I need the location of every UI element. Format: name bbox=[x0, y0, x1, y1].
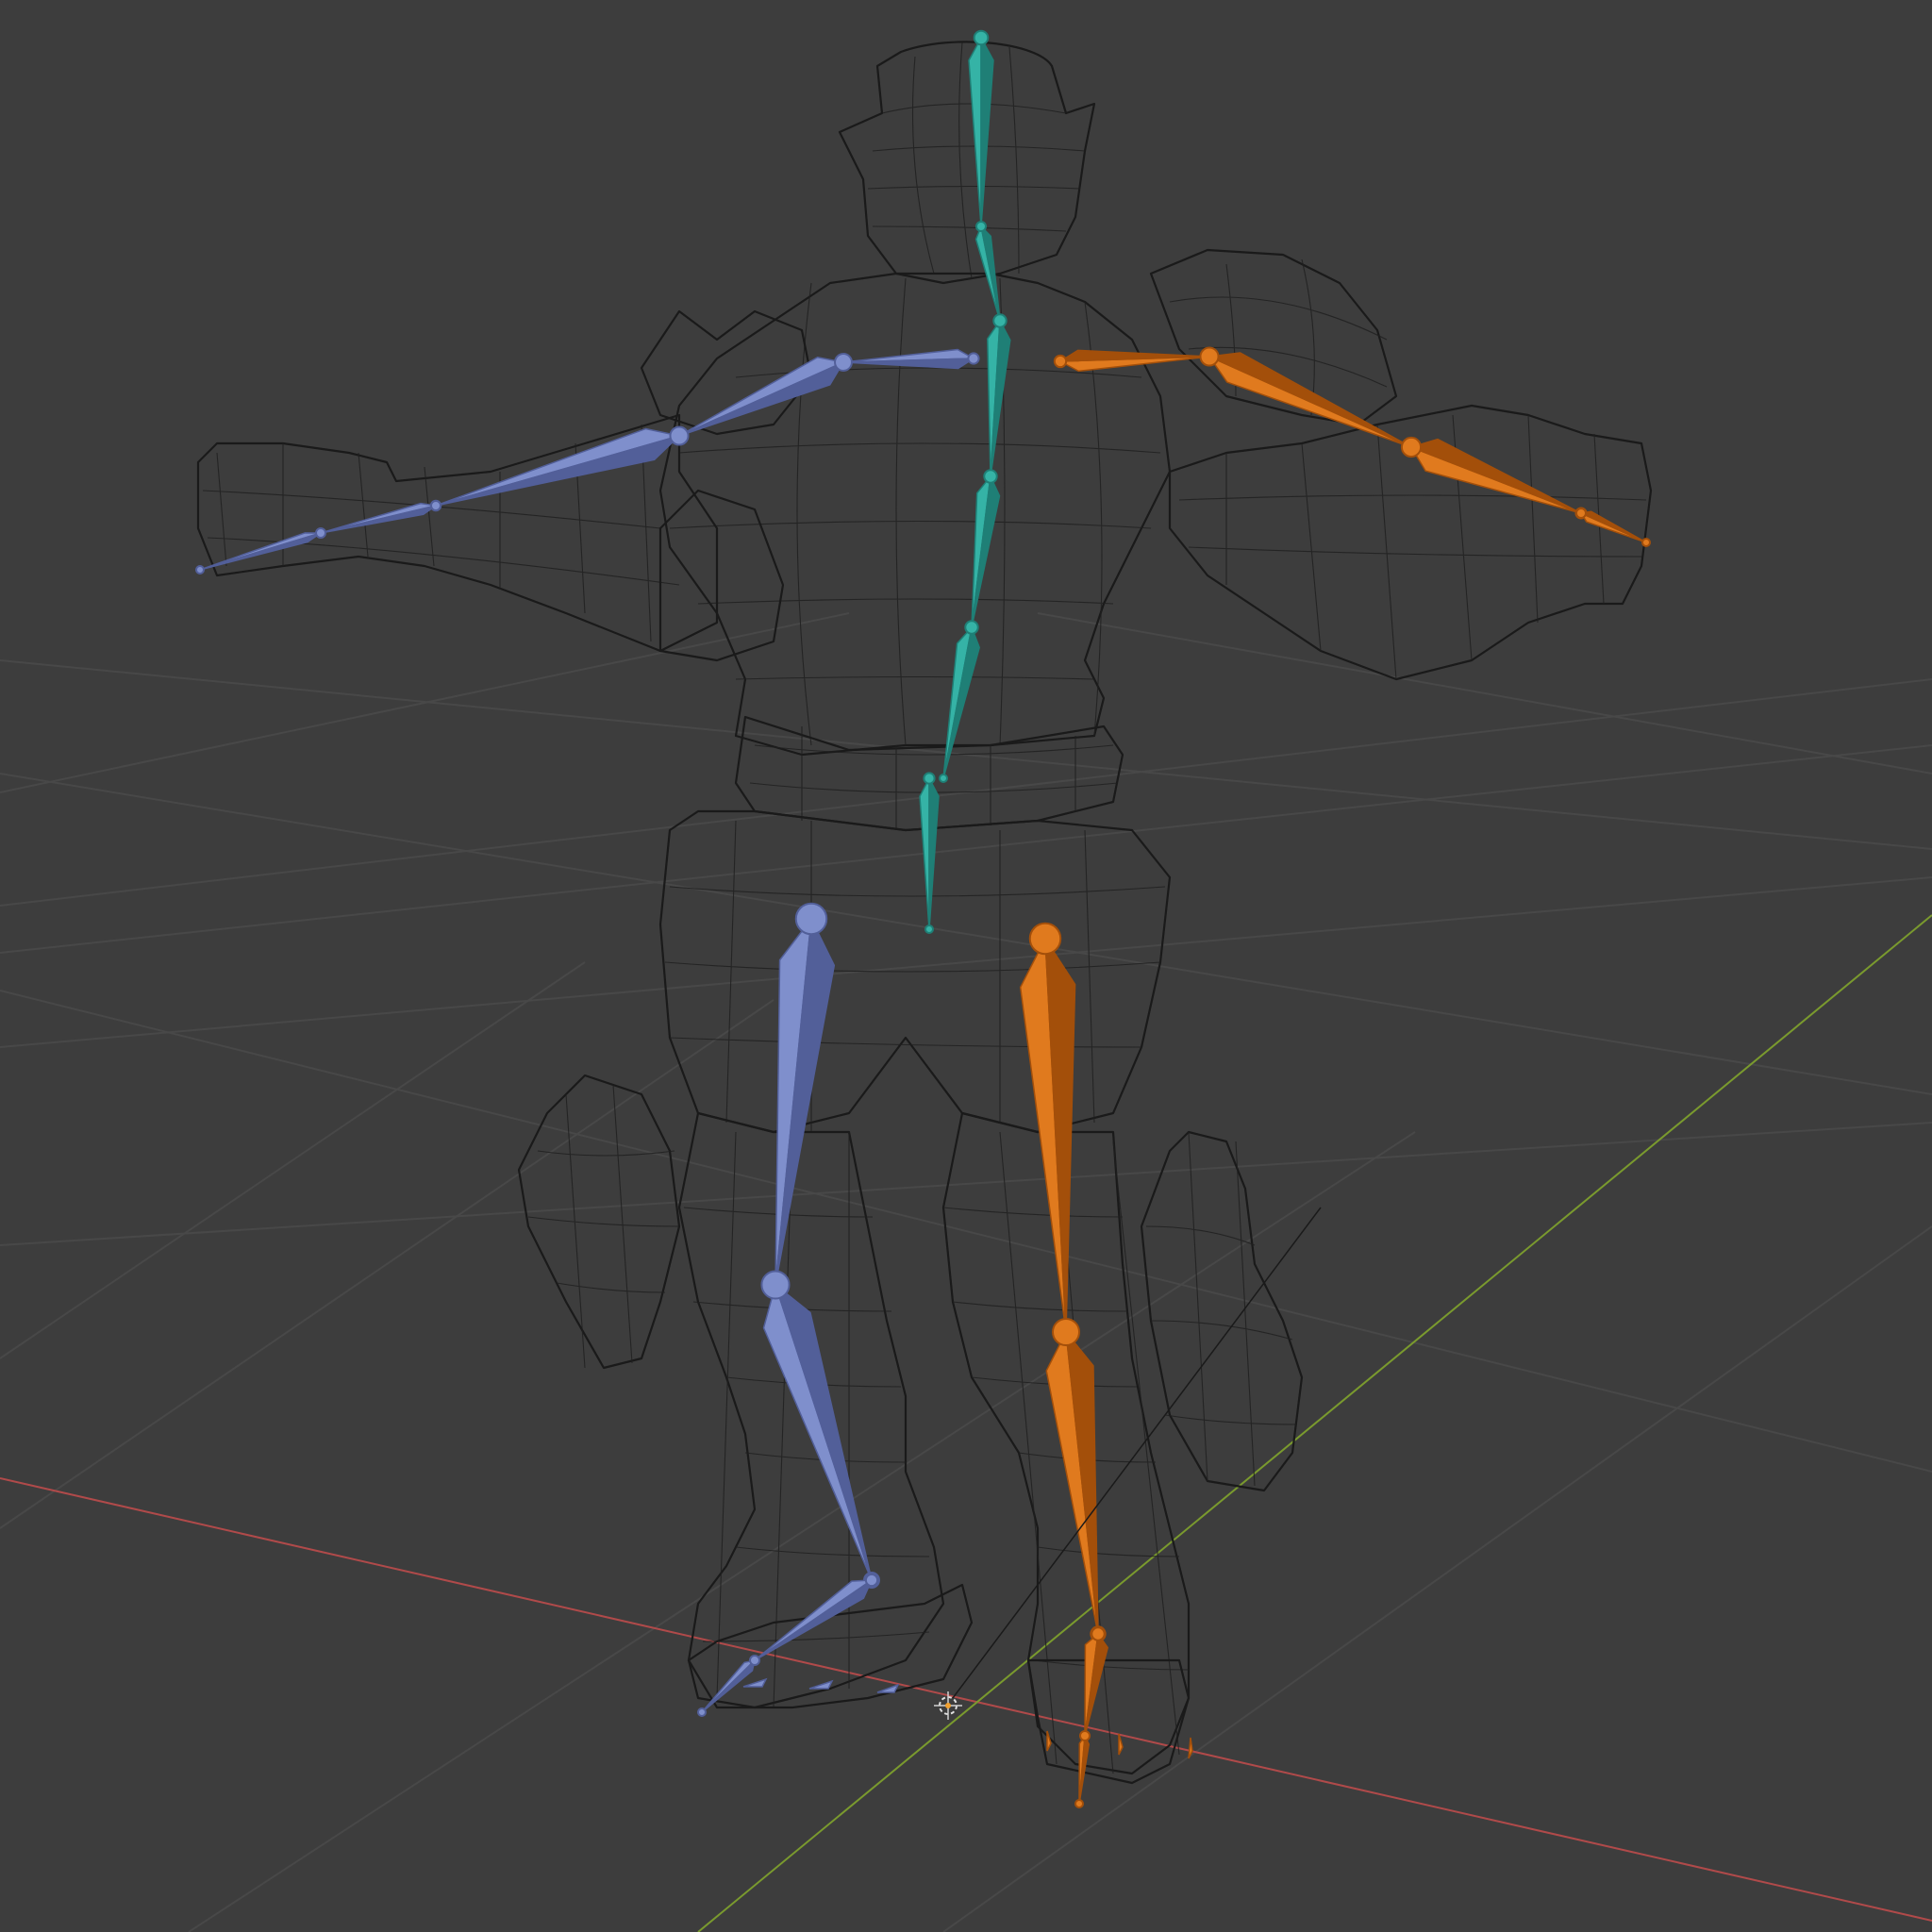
bone-right-toe-a[interactable] bbox=[1046, 1730, 1052, 1752]
bone-hips-tail-joint[interactable] bbox=[924, 924, 934, 934]
bone-neck-head-joint[interactable] bbox=[975, 221, 987, 232]
bone-lower-spine[interactable] bbox=[939, 620, 980, 783]
bone-right-thigh[interactable] bbox=[1019, 922, 1076, 1341]
character-wireframe-mesh[interactable] bbox=[196, 41, 1653, 1785]
bone-lower-spine-tail-joint[interactable] bbox=[939, 774, 948, 783]
x-axis-line bbox=[0, 1477, 1932, 1922]
bone-right-shin[interactable] bbox=[1045, 1318, 1107, 1642]
bone-left-forearm[interactable] bbox=[429, 425, 690, 512]
bone-left-hand-head-joint[interactable] bbox=[430, 500, 441, 511]
3d-viewport[interactable] bbox=[0, 0, 1932, 1932]
bone-right-toe-head-joint[interactable] bbox=[1079, 1730, 1091, 1741]
bone-right-upper-arm[interactable] bbox=[1199, 346, 1418, 454]
bone-head-face-light bbox=[968, 37, 982, 227]
bone-left-shin-head-joint[interactable] bbox=[760, 1270, 791, 1300]
bone-left-hand-face-dark bbox=[320, 505, 437, 534]
bone-right-hand[interactable] bbox=[1575, 508, 1651, 547]
bone-right-toe-tail-joint[interactable] bbox=[1074, 1799, 1084, 1808]
bone-head[interactable] bbox=[968, 29, 994, 232]
bone-left-upper-arm-head-joint[interactable] bbox=[834, 353, 853, 372]
bone-left-thigh-head-joint[interactable] bbox=[794, 902, 828, 936]
bone-right-upper-arm-head-joint[interactable] bbox=[1199, 346, 1220, 367]
origin-dot-icon bbox=[945, 1703, 951, 1708]
bone-spine[interactable] bbox=[967, 469, 1001, 632]
bone-hips-head-joint[interactable] bbox=[923, 772, 936, 785]
bone-left-forearm-head-joint[interactable] bbox=[669, 425, 690, 446]
bone-left-upper-arm[interactable] bbox=[674, 353, 853, 441]
bone-right-clavicle[interactable] bbox=[1053, 349, 1214, 373]
bone-chest[interactable] bbox=[986, 313, 1011, 481]
bone-left-toe-b[interactable] bbox=[808, 1679, 834, 1690]
bone-right-forearm-face-dark bbox=[1410, 438, 1582, 514]
bone-left-foot-face-dark bbox=[754, 1579, 873, 1661]
bone-left-finger-tail-joint[interactable] bbox=[195, 565, 205, 575]
bone-left-forearm-face-light bbox=[435, 427, 680, 507]
bone-chest-head-joint[interactable] bbox=[992, 313, 1008, 328]
bone-left-foot[interactable] bbox=[750, 1573, 879, 1665]
bone-left-foot-head-joint[interactable] bbox=[864, 1573, 879, 1588]
bone-left-shin-face-light bbox=[762, 1284, 873, 1581]
bone-right-hand-face-dark bbox=[1580, 510, 1647, 543]
bone-left-shin-face-dark bbox=[774, 1284, 873, 1581]
bone-left-clavicle[interactable] bbox=[839, 348, 980, 370]
bone-right-foot-head-joint[interactable] bbox=[1091, 1626, 1106, 1641]
bone-spine-head-joint[interactable] bbox=[983, 469, 998, 484]
bone-left-forearm-face-dark bbox=[435, 435, 680, 507]
bone-right-toe[interactable] bbox=[1074, 1730, 1091, 1808]
bone-left-hand[interactable] bbox=[316, 500, 441, 538]
bone-right-shin-head-joint[interactable] bbox=[1052, 1318, 1080, 1346]
bone-right-hand-head-joint[interactable] bbox=[1575, 508, 1587, 519]
bone-left-toe-tail-joint[interactable] bbox=[697, 1707, 707, 1717]
bone-left-finger[interactable] bbox=[195, 527, 326, 575]
bone-lower-spine-head-joint[interactable] bbox=[964, 620, 979, 635]
3d-cursor-icon[interactable] bbox=[934, 1691, 962, 1720]
bone-left-toe-head-joint[interactable] bbox=[749, 1655, 760, 1666]
bone-left-finger-head-joint[interactable] bbox=[315, 527, 326, 539]
bone-head-head-joint[interactable] bbox=[973, 29, 990, 46]
bone-right-hand-tail-joint[interactable] bbox=[1641, 538, 1651, 547]
bone-hips-face-dark bbox=[928, 777, 940, 930]
relationship-line bbox=[952, 1207, 1322, 1699]
bone-right-foot[interactable] bbox=[1080, 1626, 1108, 1740]
bone-left-thigh[interactable] bbox=[766, 902, 836, 1294]
bone-left-toe-c[interactable] bbox=[876, 1683, 900, 1693]
bone-right-forearm-head-joint[interactable] bbox=[1400, 436, 1423, 458]
bone-head-face-dark bbox=[980, 37, 994, 227]
viewport-canvas[interactable] bbox=[0, 0, 1932, 1932]
bone-left-clavicle-head-joint[interactable] bbox=[967, 352, 980, 365]
bone-right-clavicle-head-joint[interactable] bbox=[1053, 354, 1068, 369]
bone-right-forearm[interactable] bbox=[1400, 436, 1588, 520]
armature-bones[interactable] bbox=[195, 29, 1651, 1808]
bone-right-thigh-head-joint[interactable] bbox=[1028, 922, 1062, 956]
bone-right-toe-b[interactable] bbox=[1118, 1733, 1124, 1756]
bone-left-toe-a[interactable] bbox=[742, 1677, 768, 1688]
floor-grid bbox=[0, 612, 1932, 1932]
